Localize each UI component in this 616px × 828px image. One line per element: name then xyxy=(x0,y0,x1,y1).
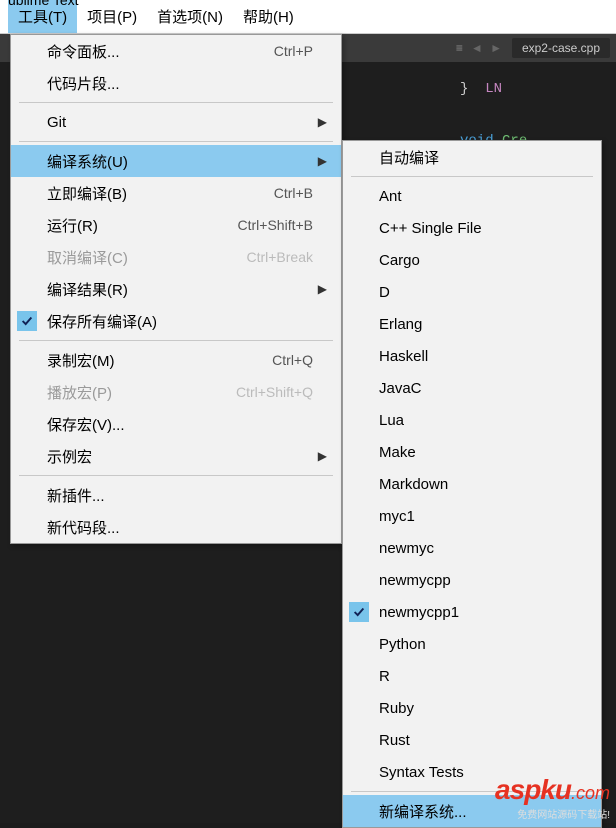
submenu-item[interactable]: C++ Single File xyxy=(343,212,601,244)
file-tab[interactable]: exp2-case.cpp xyxy=(512,38,610,58)
menu-label: Ruby xyxy=(375,700,587,717)
menu-label: 新代码段... xyxy=(43,517,313,538)
menu-label: newmycpp xyxy=(375,572,587,589)
menu-item[interactable]: 新代码段... xyxy=(11,511,341,543)
menu-label: R xyxy=(375,668,587,685)
menu-label: 运行(R) xyxy=(43,215,238,236)
menu-label: newmycpp1 xyxy=(375,604,587,621)
menu-label: 取消编译(C) xyxy=(43,247,246,268)
menu-separator xyxy=(19,475,333,476)
submenu-arrow-icon: ▶ xyxy=(313,449,327,463)
menu-label: 编译结果(R) xyxy=(43,279,313,300)
menu-label: Rust xyxy=(375,732,587,749)
submenu-arrow-icon: ▶ xyxy=(313,154,327,168)
submenu-item[interactable]: Lua xyxy=(343,404,601,436)
submenu-arrow-icon: ▶ xyxy=(313,115,327,129)
menu-shortcut: Ctrl+P xyxy=(274,43,313,59)
title-fragment: ublime Text xyxy=(8,0,79,8)
submenu-item[interactable]: newmycpp xyxy=(343,564,601,596)
menu-item[interactable]: 代码片段... xyxy=(11,67,341,99)
menu-icon[interactable]: ≡ xyxy=(456,41,463,55)
watermark: aspku.com 免费网站源码下载站! xyxy=(495,774,610,821)
menu-item[interactable]: 新插件... xyxy=(11,479,341,511)
check-column xyxy=(343,602,375,622)
menu-label: myc1 xyxy=(375,508,587,525)
menu-label: 播放宏(P) xyxy=(43,382,236,403)
menu-label: Cargo xyxy=(375,252,587,269)
menu-label: Git xyxy=(43,114,313,131)
menu-item[interactable]: 编译结果(R)▶ xyxy=(11,273,341,305)
check-column xyxy=(11,311,43,331)
menu-shortcut: Ctrl+Break xyxy=(246,249,313,265)
menu-separator xyxy=(19,141,333,142)
submenu-item[interactable]: Make xyxy=(343,436,601,468)
submenu-item[interactable]: Ruby xyxy=(343,692,601,724)
menu-label: Python xyxy=(375,636,587,653)
tools-menu-dropdown: 命令面板...Ctrl+P代码片段...Git▶编译系统(U)▶立即编译(B)C… xyxy=(10,34,342,544)
menu-item[interactable]: 保存所有编译(A) xyxy=(11,305,341,337)
submenu-item[interactable]: 自动编译 xyxy=(343,141,601,173)
submenu-item[interactable]: D xyxy=(343,276,601,308)
menu-separator xyxy=(19,340,333,341)
menu-label: 录制宏(M) xyxy=(43,350,272,371)
submenu-arrow-icon: ▶ xyxy=(313,282,327,296)
menu-label: Lua xyxy=(375,412,587,429)
menu-item[interactable]: 示例宏▶ xyxy=(11,440,341,472)
submenu-item[interactable]: myc1 xyxy=(343,500,601,532)
menu-label: 命令面板... xyxy=(43,41,274,62)
menubar-item[interactable]: 帮助(H) xyxy=(233,0,304,33)
menu-item[interactable]: 录制宏(M)Ctrl+Q xyxy=(11,344,341,376)
submenu-item[interactable]: Ant xyxy=(343,180,601,212)
menu-label: 编译系统(U) xyxy=(43,151,313,172)
submenu-item[interactable]: newmyc xyxy=(343,532,601,564)
submenu-item[interactable]: Cargo xyxy=(343,244,601,276)
menu-item[interactable]: 命令面板...Ctrl+P xyxy=(11,35,341,67)
menu-item[interactable]: 立即编译(B)Ctrl+B xyxy=(11,177,341,209)
menu-shortcut: Ctrl+Q xyxy=(272,352,313,368)
submenu-item[interactable]: Rust xyxy=(343,724,601,756)
menu-label: 代码片段... xyxy=(43,73,313,94)
menu-label: 新插件... xyxy=(43,485,313,506)
menu-label: Markdown xyxy=(375,476,587,493)
submenu-item[interactable]: Haskell xyxy=(343,340,601,372)
submenu-item[interactable]: Python xyxy=(343,628,601,660)
menu-label: C++ Single File xyxy=(375,220,587,237)
menu-label: newmyc xyxy=(375,540,587,557)
menu-label: Ant xyxy=(375,188,587,205)
menu-item: 播放宏(P)Ctrl+Shift+Q xyxy=(11,376,341,408)
check-icon xyxy=(349,602,369,622)
submenu-item[interactable]: Erlang xyxy=(343,308,601,340)
submenu-item[interactable]: Markdown xyxy=(343,468,601,500)
check-icon xyxy=(17,311,37,331)
menu-separator xyxy=(351,176,593,177)
menu-label: 保存所有编译(A) xyxy=(43,311,313,332)
menu-label: Erlang xyxy=(375,316,587,333)
menu-label: Haskell xyxy=(375,348,587,365)
menu-item[interactable]: 保存宏(V)... xyxy=(11,408,341,440)
menu-shortcut: Ctrl+Shift+Q xyxy=(236,384,313,400)
menu-bar: 工具(T)项目(P)首选项(N)帮助(H) xyxy=(0,0,616,34)
menu-item: 取消编译(C)Ctrl+Break xyxy=(11,241,341,273)
menu-shortcut: Ctrl+Shift+B xyxy=(238,217,313,233)
menu-label: 示例宏 xyxy=(43,446,313,467)
menu-shortcut: Ctrl+B xyxy=(274,185,313,201)
menu-separator xyxy=(19,102,333,103)
build-system-submenu: 自动编译 Ant C++ Single File Cargo D Erlang Haskel… xyxy=(342,140,602,828)
menu-item[interactable]: 编译系统(U)▶ xyxy=(11,145,341,177)
menu-label: 保存宏(V)... xyxy=(43,414,313,435)
submenu-item[interactable]: R xyxy=(343,660,601,692)
menu-label: 自动编译 xyxy=(375,147,587,168)
menu-label: 立即编译(B) xyxy=(43,183,274,204)
menubar-item[interactable]: 项目(P) xyxy=(77,0,147,33)
menu-label: JavaC xyxy=(375,380,587,397)
menu-item[interactable]: 运行(R)Ctrl+Shift+B xyxy=(11,209,341,241)
submenu-item[interactable]: newmycpp1 xyxy=(343,596,601,628)
nav-arrows[interactable]: ◄ ► xyxy=(471,41,504,55)
menu-label: D xyxy=(375,284,587,301)
submenu-item[interactable]: JavaC xyxy=(343,372,601,404)
menu-label: Make xyxy=(375,444,587,461)
menu-item[interactable]: Git▶ xyxy=(11,106,341,138)
menubar-item[interactable]: 首选项(N) xyxy=(147,0,233,33)
